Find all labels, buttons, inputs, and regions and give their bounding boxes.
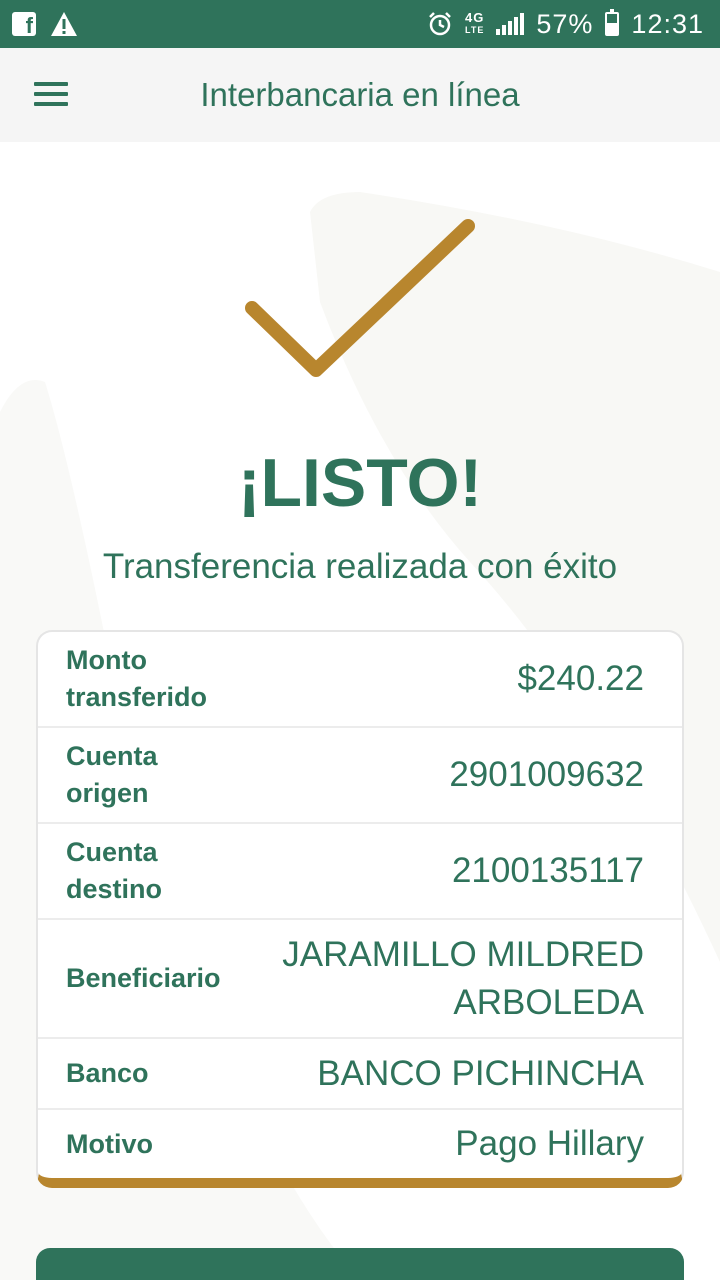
status-bar: 4G LTE 57% 12:31 — [0, 0, 720, 48]
summary-row-value: Pago Hillary — [455, 1124, 644, 1163]
summary-row-label: Cuenta origen — [66, 741, 158, 808]
summary-row-label: Monto transferido — [66, 645, 208, 712]
success-heading: ¡LISTO! — [237, 445, 483, 521]
screen: 4G LTE 57% 12:31 Interbancaria en línea … — [0, 0, 720, 1280]
battery-percent: 57% — [536, 8, 594, 39]
summary-row-value: 2100135117 — [451, 851, 644, 890]
battery-icon — [605, 9, 620, 36]
transfer-summary-card: Monto transferido $240.22 Cuenta origen … — [36, 630, 684, 1188]
summary-row-value: BANCO PICHINCHA — [317, 1053, 644, 1093]
status-bar-right: 4G LTE 57% 12:31 — [427, 9, 704, 40]
status-bar-left — [12, 11, 78, 39]
alarm-icon — [429, 12, 451, 36]
summary-row-source-account: Cuenta origen 2901009632 — [38, 728, 682, 824]
summary-row-value: JARAMILLO MILDRED ARBOLEDA — [282, 934, 644, 1022]
summary-row-amount: Monto transferido $240.22 — [38, 632, 682, 728]
summary-row-label: Beneficiario — [66, 963, 221, 993]
summary-row-bank: Banco BANCO PICHINCHA — [38, 1039, 682, 1110]
warning-icon — [51, 12, 77, 36]
network-type-label: 4G — [465, 10, 485, 25]
primary-action-button[interactable] — [36, 1248, 684, 1280]
signal-icon — [496, 13, 525, 35]
summary-row-label: Cuenta destino — [66, 837, 163, 904]
summary-row-label: Banco — [66, 1058, 149, 1088]
summary-row-beneficiary: Beneficiario JARAMILLO MILDRED ARBOLEDA — [38, 920, 682, 1039]
summary-row-value: 2901009632 — [449, 755, 644, 794]
summary-row-label: Motivo — [66, 1128, 153, 1159]
success-message: Transferencia realizada con éxito — [102, 547, 618, 586]
page-title: Interbancaria en línea — [200, 76, 520, 113]
success-check-icon — [245, 219, 475, 377]
network-type-icon: 4G LTE — [465, 10, 485, 36]
app-bar: Interbancaria en línea — [0, 48, 720, 142]
summary-row-value: $240.22 — [517, 659, 644, 698]
network-sub-label: LTE — [465, 25, 485, 35]
summary-row-destination-account: Cuenta destino 2100135117 — [38, 824, 682, 920]
facebook-notification-icon — [12, 12, 36, 39]
clock: 12:31 — [631, 8, 704, 39]
summary-row-reason: Motivo Pago Hillary — [38, 1110, 682, 1178]
